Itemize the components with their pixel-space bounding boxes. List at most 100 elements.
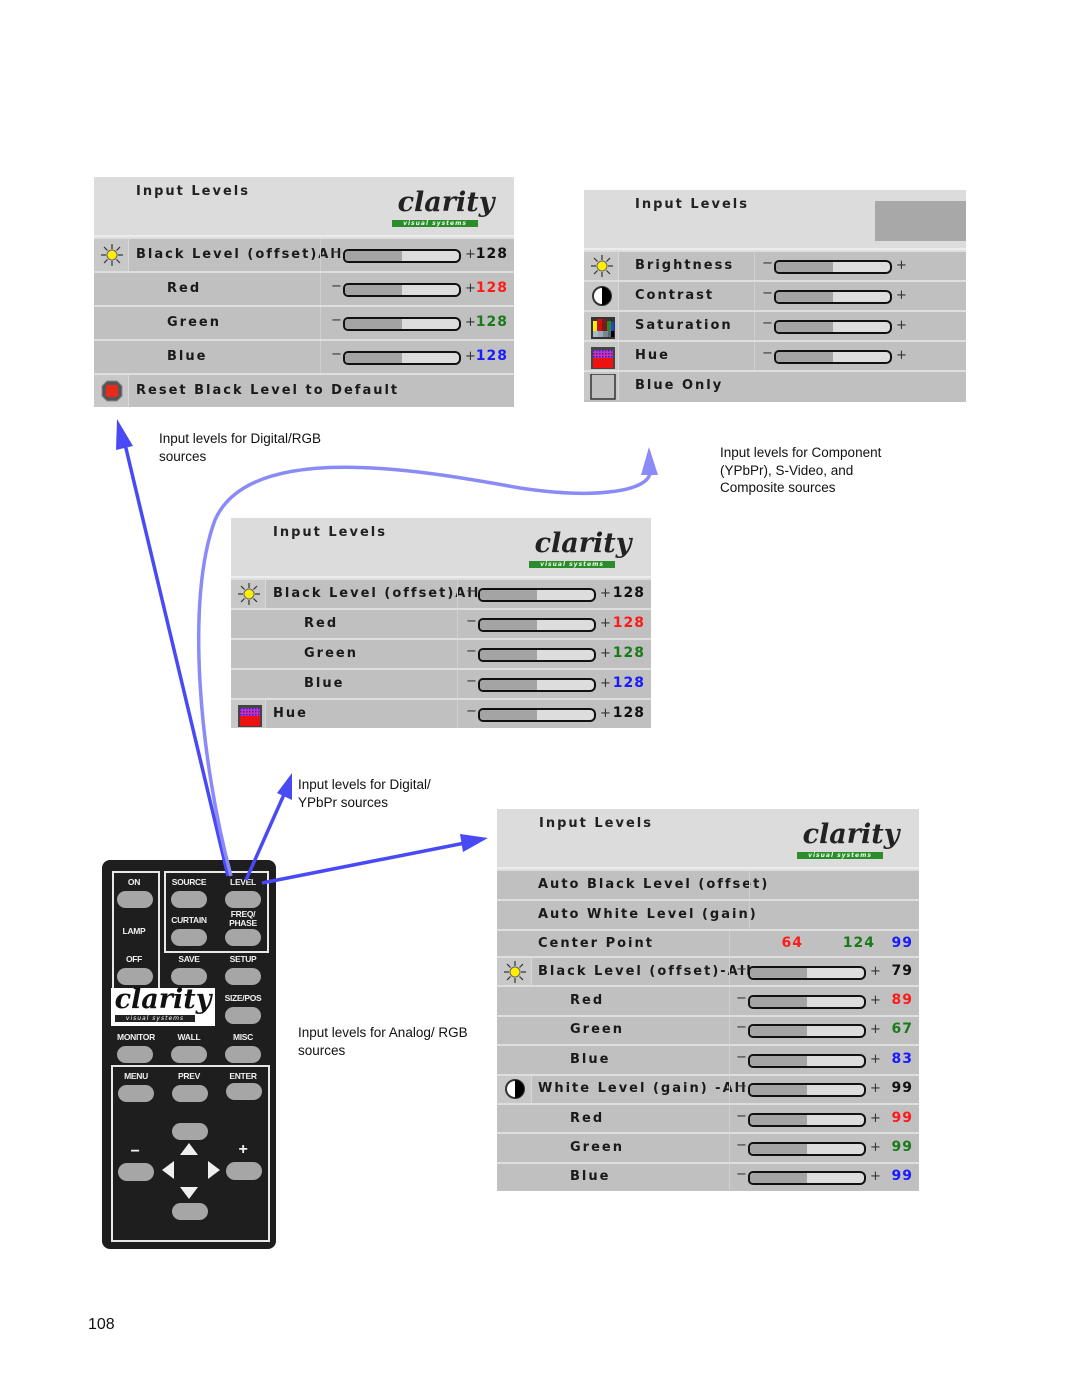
- increase-icon[interactable]: +: [896, 258, 907, 273]
- decrease-icon[interactable]: −: [466, 674, 477, 689]
- slider-track[interactable]: [343, 249, 461, 263]
- decrease-icon[interactable]: −: [466, 704, 477, 719]
- menu-item-auto-black[interactable]: Auto Black Level (offset): [497, 869, 919, 899]
- menu-item[interactable]: Green − + 128: [231, 638, 651, 668]
- decrease-icon[interactable]: −: [736, 1109, 747, 1124]
- menu-item[interactable]: Green − + 128: [94, 305, 514, 339]
- level-slider[interactable]: − +: [331, 279, 476, 297]
- size-pos-button[interactable]: [225, 1007, 261, 1024]
- curtain-button[interactable]: [171, 929, 207, 946]
- menu-item[interactable]: Black Level (offset)-All − + 79: [497, 956, 919, 986]
- decrease-icon[interactable]: −: [736, 1020, 747, 1035]
- increase-icon[interactable]: +: [600, 706, 611, 721]
- level-slider[interactable]: − +: [331, 313, 476, 331]
- minus-button[interactable]: [118, 1163, 154, 1181]
- up-button[interactable]: [172, 1123, 208, 1140]
- increase-icon[interactable]: +: [870, 993, 881, 1008]
- slider-track[interactable]: [478, 648, 596, 662]
- slider-track[interactable]: [343, 283, 461, 297]
- level-slider[interactable]: − +: [736, 1138, 881, 1157]
- level-slider[interactable]: − +: [331, 245, 476, 263]
- source-button[interactable]: [171, 891, 207, 908]
- slider-track[interactable]: [748, 1053, 866, 1068]
- slider-track[interactable]: [343, 317, 461, 331]
- level-slider[interactable]: − +: [466, 644, 611, 662]
- menu-item[interactable]: Blue − + 99: [497, 1161, 919, 1192]
- slider-track[interactable]: [478, 588, 596, 602]
- decrease-icon[interactable]: −: [466, 614, 477, 629]
- increase-icon[interactable]: +: [870, 1140, 881, 1155]
- increase-icon[interactable]: +: [465, 349, 476, 364]
- level-slider[interactable]: − +: [466, 674, 611, 692]
- level-slider[interactable]: − +: [736, 1079, 881, 1098]
- menu-item[interactable]: Hue − + 128: [231, 698, 651, 728]
- arrow-left-icon[interactable]: [162, 1161, 174, 1179]
- menu-item[interactable]: Reset Black Level to Default: [94, 373, 514, 407]
- decrease-icon[interactable]: −: [762, 256, 773, 271]
- slider-track[interactable]: [748, 995, 866, 1010]
- slider-track[interactable]: [774, 320, 892, 334]
- menu-item[interactable]: Blue − + 128: [231, 668, 651, 698]
- menu-item[interactable]: Blue Only: [584, 370, 966, 400]
- save-button[interactable]: [171, 968, 207, 985]
- menu-item[interactable]: Blue − + 83: [497, 1044, 919, 1074]
- level-slider[interactable]: − +: [736, 1167, 881, 1186]
- decrease-icon[interactable]: −: [736, 991, 747, 1006]
- decrease-icon[interactable]: −: [331, 347, 342, 362]
- monitor-button[interactable]: [117, 1046, 153, 1063]
- level-slider[interactable]: − +: [736, 991, 881, 1010]
- increase-icon[interactable]: +: [870, 1081, 881, 1096]
- setup-button[interactable]: [225, 968, 261, 985]
- plus-button[interactable]: [226, 1162, 262, 1180]
- prev-button[interactable]: [172, 1085, 208, 1102]
- menu-item[interactable]: Green − + 67: [497, 1014, 919, 1045]
- slider-track[interactable]: [748, 1112, 866, 1127]
- level-slider[interactable]: − +: [466, 704, 611, 722]
- slider-track[interactable]: [748, 1142, 866, 1157]
- increase-icon[interactable]: +: [870, 964, 881, 979]
- increase-icon[interactable]: +: [600, 616, 611, 631]
- slider-track[interactable]: [343, 351, 461, 365]
- level-slider[interactable]: − +: [736, 1020, 881, 1039]
- menu-item[interactable]: Red − + 128: [94, 271, 514, 305]
- increase-icon[interactable]: +: [870, 1052, 881, 1067]
- increase-icon[interactable]: +: [465, 281, 476, 296]
- level-slider[interactable]: − +: [762, 316, 907, 334]
- increase-icon[interactable]: +: [870, 1169, 881, 1184]
- menu-item[interactable]: Blue − + 128: [94, 339, 514, 373]
- slider-track[interactable]: [748, 1024, 866, 1039]
- freq-phase-button[interactable]: [225, 929, 261, 946]
- arrow-down-icon[interactable]: [180, 1187, 198, 1199]
- level-button[interactable]: [225, 891, 261, 908]
- menu-item-auto-white[interactable]: Auto White Level (gain): [497, 899, 919, 929]
- slider-track[interactable]: [774, 350, 892, 364]
- off-button[interactable]: [117, 968, 153, 985]
- menu-button[interactable]: [118, 1085, 154, 1102]
- increase-icon[interactable]: +: [896, 348, 907, 363]
- increase-icon[interactable]: +: [870, 1022, 881, 1037]
- decrease-icon[interactable]: −: [762, 286, 773, 301]
- level-slider[interactable]: − +: [762, 286, 907, 304]
- increase-icon[interactable]: +: [896, 288, 907, 303]
- slider-track[interactable]: [478, 618, 596, 632]
- increase-icon[interactable]: +: [896, 318, 907, 333]
- decrease-icon[interactable]: −: [466, 584, 477, 599]
- level-slider[interactable]: − +: [466, 614, 611, 632]
- decrease-icon[interactable]: −: [466, 644, 477, 659]
- decrease-icon[interactable]: −: [736, 962, 747, 977]
- arrow-right-icon[interactable]: [208, 1161, 220, 1179]
- level-slider[interactable]: − +: [762, 256, 907, 274]
- increase-icon[interactable]: +: [465, 315, 476, 330]
- decrease-icon[interactable]: −: [736, 1079, 747, 1094]
- decrease-icon[interactable]: −: [736, 1167, 747, 1182]
- menu-item[interactable]: Green − + 99: [497, 1132, 919, 1162]
- slider-track[interactable]: [774, 260, 892, 274]
- decrease-icon[interactable]: −: [736, 1138, 747, 1153]
- decrease-icon[interactable]: −: [762, 316, 773, 331]
- menu-item[interactable]: Contrast − +: [584, 280, 966, 310]
- level-slider[interactable]: − +: [736, 1109, 881, 1127]
- decrease-icon[interactable]: −: [331, 279, 342, 294]
- menu-item[interactable]: White Level (gain) -All − + 99: [497, 1073, 919, 1103]
- wall-button[interactable]: [171, 1046, 207, 1063]
- slider-track[interactable]: [748, 965, 866, 980]
